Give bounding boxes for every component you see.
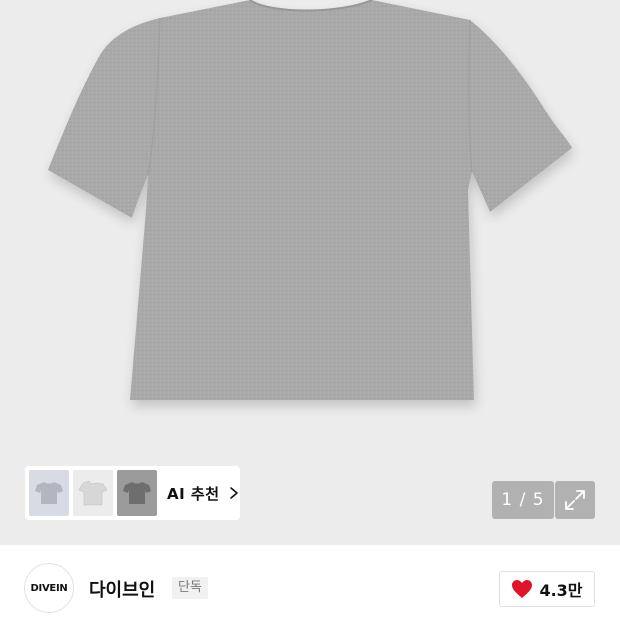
thumbnail-2[interactable] (73, 470, 113, 516)
thumbnail-1[interactable] (29, 470, 69, 516)
heart-icon (512, 580, 533, 598)
thumbnail-3[interactable] (117, 470, 157, 516)
expand-arrows-icon (565, 490, 585, 510)
like-button[interactable]: 4.3만 (499, 571, 595, 607)
image-counter: 1 / 5 (492, 481, 554, 519)
exclusive-badge: 단독 (172, 577, 208, 599)
ai-recommend-bar[interactable]: AI 추천 (25, 466, 240, 520)
brand-logo[interactable]: DIVEIN (24, 563, 74, 613)
product-image-area[interactable]: AI 추천 1 / 5 (0, 0, 620, 545)
expand-button[interactable] (555, 481, 595, 519)
tshirt-thumb-icon (123, 482, 151, 504)
ai-recommend-label[interactable]: AI 추천 (167, 483, 220, 504)
brand-name[interactable]: 다이브인 (89, 576, 155, 602)
like-count: 4.3만 (539, 581, 583, 600)
tshirt-thumb-icon (35, 482, 63, 504)
tshirt-image (48, 0, 572, 400)
chevron-right-icon[interactable] (228, 486, 240, 500)
tshirt-thumb-icon (78, 480, 108, 506)
